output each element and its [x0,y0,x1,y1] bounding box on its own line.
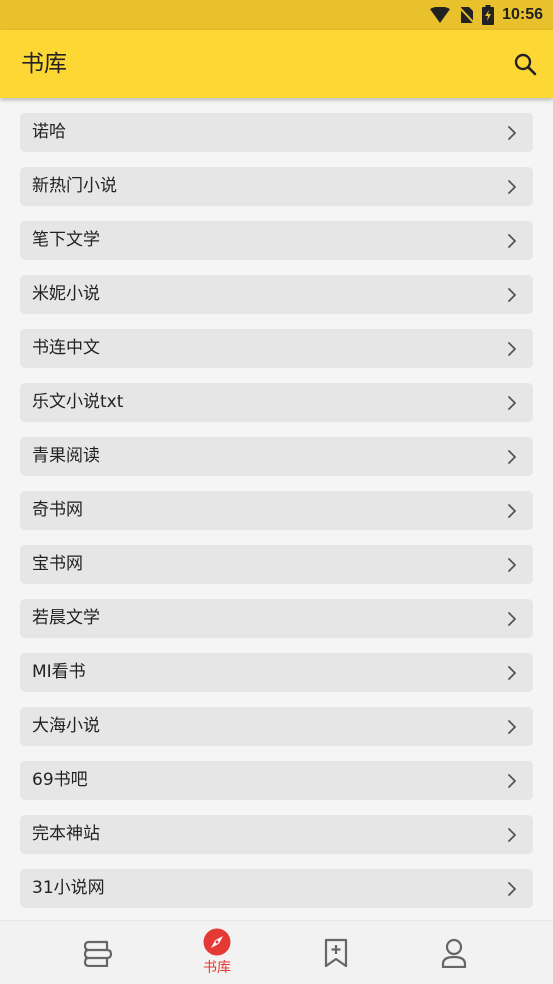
list-item[interactable]: 书连中文 [20,329,533,368]
page-title: 书库 [21,51,67,77]
chevron-right-icon [508,612,516,626]
chevron-right-icon [508,828,516,842]
list-item[interactable]: MI看书 [20,653,533,692]
list-item[interactable]: 青果阅读 [20,437,533,476]
list-item-label: 完本神站 [32,824,100,844]
status-icons: 10:56 [430,0,543,30]
wifi-icon [430,7,451,23]
status-time: 10:56 [502,6,543,23]
chevron-right-icon [508,396,516,410]
list-item-label: 新热门小说 [32,176,117,196]
person-icon [441,938,467,968]
app-bar: 书库 [0,30,553,98]
bottom-nav: 书库 [0,920,553,984]
nav-item-profile[interactable] [385,921,523,984]
chevron-right-icon [508,558,516,572]
list-item[interactable]: 69书吧 [20,761,533,800]
compass-icon [203,928,231,956]
chevron-right-icon [508,126,516,140]
list-item-label: 书连中文 [32,338,100,358]
list-item[interactable]: 31小说网 [20,869,533,908]
list-item-label: 米妮小说 [32,284,100,304]
status-bar: 10:56 [0,0,553,30]
list-item-label: 青果阅读 [32,446,100,466]
list-item[interactable]: 诺哈 [20,113,533,152]
chevron-right-icon [508,666,516,680]
list-item-label: 笔下文学 [32,230,100,250]
chevron-right-icon [508,342,516,356]
chevron-right-icon [508,234,516,248]
nav-label-library: 书库 [203,960,231,976]
list-item-label: 大海小说 [32,716,100,736]
list-item-label: 69书吧 [32,770,88,790]
chevron-right-icon [508,720,516,734]
list-item-label: MI看书 [32,662,86,682]
no-sim-icon [458,6,475,24]
list-item-label: 乐文小说txt [32,392,124,412]
list-item[interactable]: 若晨文学 [20,599,533,638]
chevron-right-icon [508,774,516,788]
list-item[interactable]: 乐文小说txt [20,383,533,422]
battery-charging-icon [482,5,495,25]
search-icon [514,53,537,76]
list-item[interactable]: 大海小说 [20,707,533,746]
list-item-label: 31小说网 [32,878,105,898]
list-item[interactable]: 奇书网 [20,491,533,530]
list-item[interactable]: 宝书网 [20,545,533,584]
list-item[interactable]: 新热门小说 [20,167,533,206]
list-item-label: 诺哈 [32,122,66,142]
list-item-label: 若晨文学 [32,608,100,628]
chevron-right-icon [508,180,516,194]
bookshelf-icon [83,940,113,967]
chevron-right-icon [508,450,516,464]
source-list: 诺哈新热门小说笔下文学米妮小说书连中文乐文小说txt 青果阅读奇书网宝书网若晨文学… [20,113,533,923]
list-item-label: 奇书网 [32,500,83,520]
bookmark-add-icon [324,938,348,967]
nav-item-library[interactable]: 书库 [148,921,286,984]
list-item-label: 宝书网 [32,554,83,574]
list-item[interactable]: 米妮小说 [20,275,533,314]
chevron-right-icon [508,504,516,518]
list-item[interactable]: 完本神站 [20,815,533,854]
nav-item-bookshelf[interactable] [29,921,167,984]
list-item[interactable]: 笔下文学 [20,221,533,260]
chevron-right-icon [508,288,516,302]
search-button[interactable] [511,50,539,78]
chevron-right-icon [508,882,516,896]
